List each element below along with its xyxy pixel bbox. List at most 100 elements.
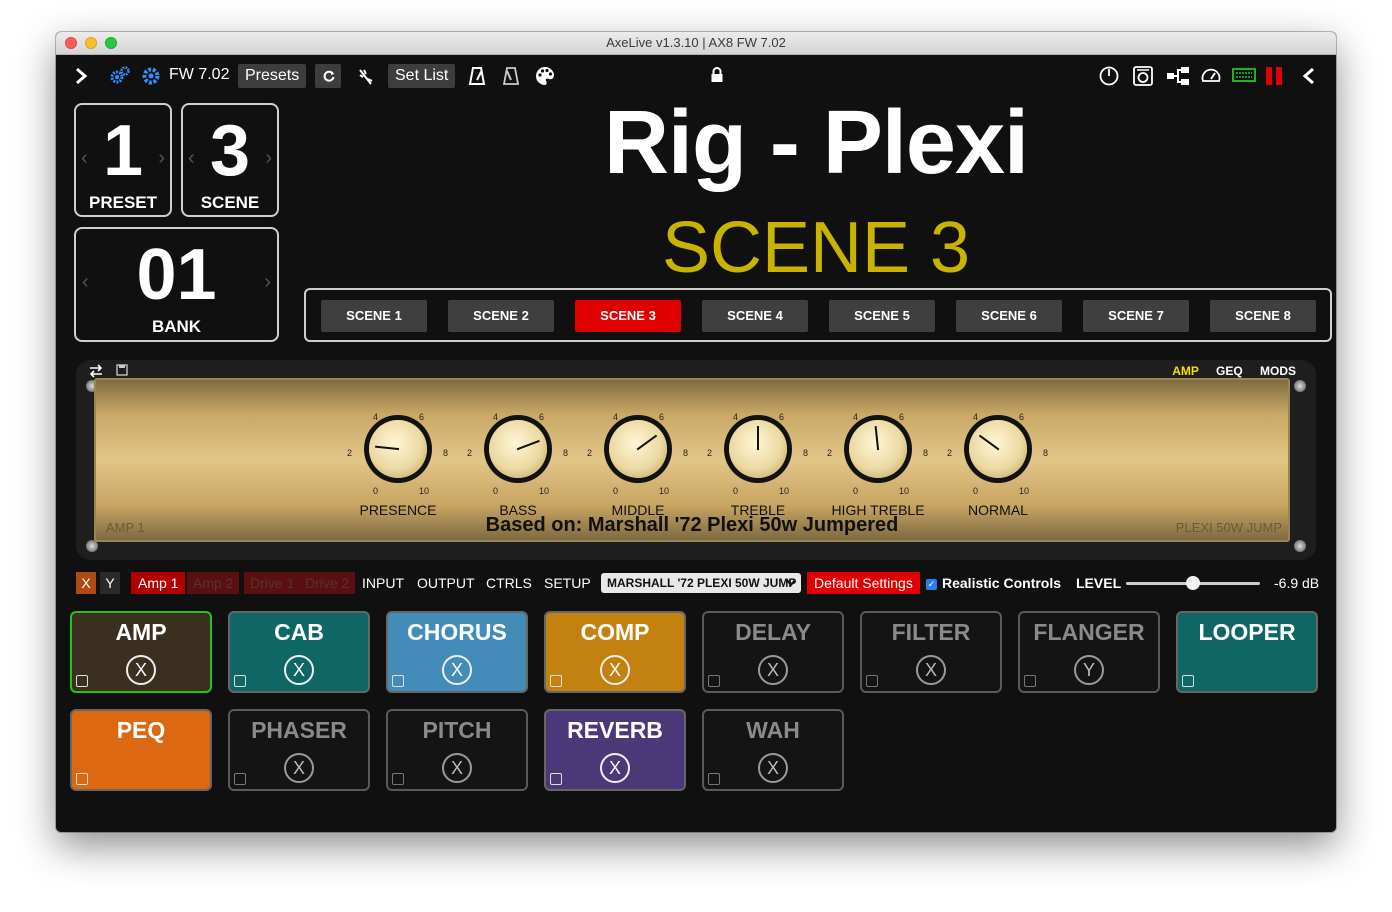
knob-dial[interactable] [609, 420, 667, 478]
default-settings-button[interactable]: Default Settings [807, 572, 920, 594]
knob-normal[interactable]: 0 2 4 6 8 10 NORMAL [943, 404, 1053, 524]
block-xy-state[interactable]: X [442, 753, 472, 783]
block-xy-state[interactable]: X [600, 753, 630, 783]
block-xy-state[interactable]: X [758, 655, 788, 685]
refresh-icon [323, 70, 335, 82]
scene-button-4[interactable]: SCENE 4 [702, 300, 808, 332]
block-phaser[interactable]: PHASER X [228, 709, 370, 791]
tab-drive-2[interactable]: Drive 2 [299, 572, 356, 594]
block-xy-state[interactable]: X [916, 655, 946, 685]
pause-icon[interactable] [1264, 65, 1284, 87]
scene-button-6[interactable]: SCENE 6 [956, 300, 1062, 332]
minimize-window-button[interactable] [85, 37, 97, 49]
amp-model-select[interactable]: MARSHALL '72 PLEXI 50W JUMP [601, 573, 801, 593]
knob-high-treble[interactable]: 0 2 4 6 8 10 HIGH TREBLE [823, 404, 933, 524]
y-toggle[interactable]: Y [100, 572, 120, 594]
knob-presence[interactable]: 0 2 4 6 8 10 PRESENCE [343, 404, 453, 524]
block-peq[interactable]: PEQ [70, 709, 212, 791]
gauge-icon[interactable] [1200, 65, 1222, 87]
block-xy-state[interactable]: X [442, 655, 472, 685]
tab-drive-1[interactable]: Drive 1 [244, 572, 301, 594]
block-xy-state[interactable]: Y [1074, 655, 1104, 685]
tab-input[interactable]: INPUT [362, 572, 404, 594]
block-cab[interactable]: CAB X [228, 611, 370, 693]
scene-button-5[interactable]: SCENE 5 [829, 300, 935, 332]
block-xy-state[interactable]: X [126, 655, 156, 685]
tab-geq[interactable]: GEQ [1216, 364, 1243, 378]
power-icon[interactable] [1098, 65, 1120, 87]
set-list-button[interactable]: Set List [388, 64, 456, 88]
x-toggle[interactable]: X [76, 572, 96, 594]
keyboard-icon[interactable] [1232, 67, 1256, 83]
current-scene-name: SCENE 3 [661, 208, 971, 288]
tab-mods[interactable]: MODS [1260, 364, 1296, 378]
routing-icon[interactable] [1166, 65, 1190, 87]
knob-tick-label: 8 [683, 448, 689, 458]
gear-icon[interactable] [141, 66, 161, 86]
bank-number: 01 [136, 235, 217, 315]
preset-counter[interactable]: ‹ › 1 PRESET [74, 103, 172, 217]
block-name: REVERB [567, 717, 663, 743]
knob-tick-label: 6 [539, 412, 545, 422]
maximize-window-button[interactable] [105, 37, 117, 49]
tab-ctrls[interactable]: CTRLS [486, 572, 532, 594]
block-xy-state[interactable]: X [758, 753, 788, 783]
knob-dial[interactable] [969, 420, 1027, 478]
chevron-right-icon[interactable] [74, 67, 88, 85]
block-pitch[interactable]: PITCH X [386, 709, 528, 791]
tab-amp-2[interactable]: Amp 2 [187, 572, 240, 594]
preset-label: PRESET [88, 193, 158, 212]
block-wah[interactable]: WAH X [702, 709, 844, 791]
presets-button[interactable]: Presets [238, 64, 307, 88]
block-chorus[interactable]: CHORUS X [386, 611, 528, 693]
block-reverb[interactable]: REVERB X [544, 709, 686, 791]
tab-amp[interactable]: AMP [1172, 364, 1198, 378]
scene-button-7[interactable]: SCENE 7 [1083, 300, 1189, 332]
scene-button-3[interactable]: SCENE 3 [575, 300, 681, 332]
lock-icon[interactable] [710, 67, 724, 83]
scene-button-2[interactable]: SCENE 2 [448, 300, 554, 332]
block-xy-state[interactable]: X [600, 655, 630, 685]
cabinet-icon[interactable] [1132, 65, 1154, 87]
level-slider[interactable] [1126, 572, 1260, 594]
palette-icon[interactable] [534, 65, 556, 87]
knob-bass[interactable]: 0 2 4 6 8 10 BASS [463, 404, 573, 524]
scene-button-1[interactable]: SCENE 1 [321, 300, 427, 332]
gears-icon[interactable] [109, 65, 131, 87]
refresh-button[interactable] [315, 64, 341, 88]
block-flanger[interactable]: FLANGER Y [1018, 611, 1160, 693]
screw-icon [1294, 380, 1306, 392]
scene-counter[interactable]: ‹ › 3 SCENE [181, 103, 279, 217]
swap-icon[interactable] [88, 364, 104, 378]
metronome-alt-icon[interactable] [502, 66, 520, 86]
bank-counter[interactable]: ‹ › 01 BANK [74, 227, 279, 342]
knob-dial[interactable] [849, 420, 907, 478]
block-amp[interactable]: AMP X [70, 611, 212, 693]
metronome-icon[interactable] [468, 66, 486, 86]
chevron-left-icon[interactable] [1302, 67, 1316, 85]
block-name: COMP [580, 619, 650, 645]
close-window-button[interactable] [65, 37, 77, 49]
block-filter[interactable]: FILTER X [860, 611, 1002, 693]
save-icon[interactable] [116, 364, 128, 376]
knob-dial[interactable] [729, 420, 787, 478]
realistic-controls-toggle[interactable]: ✓ Realistic Controls [926, 572, 1061, 594]
knob-treble[interactable]: 0 2 4 6 8 10 TREBLE [703, 404, 813, 524]
knob-dial[interactable] [489, 420, 547, 478]
knob-tick-label: 2 [467, 448, 473, 458]
knob-dial[interactable] [369, 420, 427, 478]
footswitch-icon [392, 675, 404, 687]
level-slider-thumb[interactable] [1186, 576, 1200, 590]
knob-middle[interactable]: 0 2 4 6 8 10 MIDDLE [583, 404, 693, 524]
block-delay[interactable]: DELAY X [702, 611, 844, 693]
tab-setup[interactable]: SETUP [544, 572, 591, 594]
block-looper[interactable]: LOOPER [1176, 611, 1318, 693]
block-xy-state[interactable]: X [284, 655, 314, 685]
tab-output[interactable]: OUTPUT [417, 572, 475, 594]
tuner-icon[interactable] [356, 67, 376, 87]
scene-button-8[interactable]: SCENE 8 [1210, 300, 1316, 332]
block-comp[interactable]: COMP X [544, 611, 686, 693]
block-name: PITCH [422, 717, 492, 743]
block-xy-state[interactable]: X [284, 753, 314, 783]
tab-amp-1[interactable]: Amp 1 [131, 572, 186, 594]
